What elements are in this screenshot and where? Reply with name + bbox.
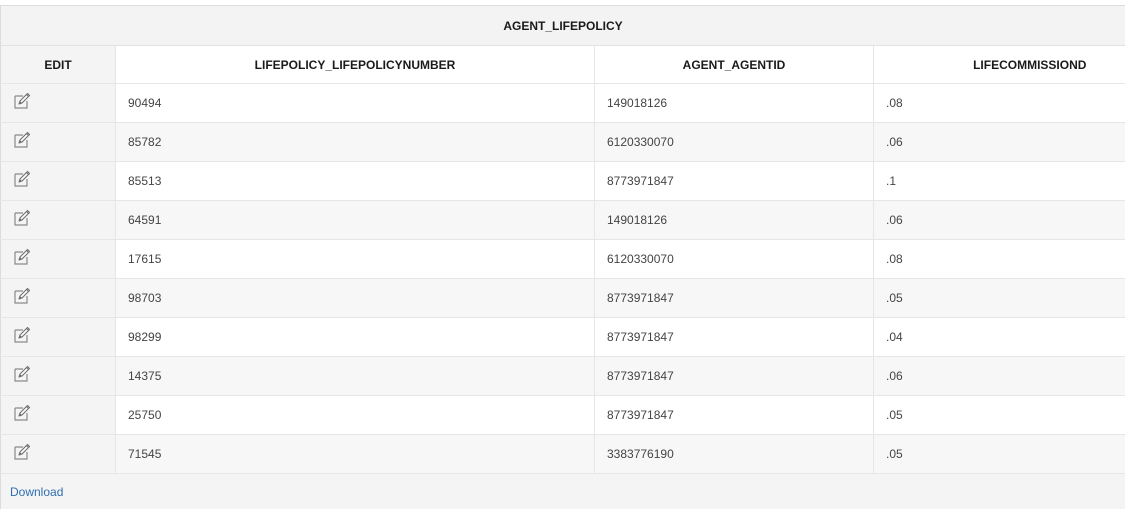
commission-cell: .05 <box>874 279 1125 318</box>
commission-cell: .08 <box>874 84 1125 123</box>
agent-id-cell: 8773971847 <box>595 357 874 396</box>
table-row: 715453383776190.05 <box>1 435 1125 474</box>
agent-id-cell: 149018126 <box>595 201 874 240</box>
edit-icon[interactable] <box>12 130 32 150</box>
policy-number-cell: 71545 <box>116 435 595 474</box>
edit-icon[interactable] <box>12 364 32 384</box>
policy-number-cell: 98703 <box>116 279 595 318</box>
agent-id-cell: 8773971847 <box>595 396 874 435</box>
column-header-edit[interactable]: EDIT <box>1 46 116 84</box>
edit-cell <box>1 357 116 396</box>
table-row: 987038773971847.05 <box>1 279 1125 318</box>
table-header-row: EDIT LIFEPOLICY_LIFEPOLICYNUMBER AGENT_A… <box>1 46 1125 84</box>
edit-cell <box>1 201 116 240</box>
commission-cell: .06 <box>874 201 1125 240</box>
table-row: 90494149018126.08 <box>1 84 1125 123</box>
agent-id-cell: 8773971847 <box>595 318 874 357</box>
edit-cell <box>1 318 116 357</box>
report-footer: Download <box>0 474 1125 509</box>
commission-cell: .05 <box>874 396 1125 435</box>
commission-cell: .08 <box>874 240 1125 279</box>
edit-icon[interactable] <box>12 325 32 345</box>
table-row: 176156120330070.08 <box>1 240 1125 279</box>
edit-cell <box>1 396 116 435</box>
agent-id-cell: 8773971847 <box>595 162 874 201</box>
table-row: 855138773971847.1 <box>1 162 1125 201</box>
table-row: 143758773971847.06 <box>1 357 1125 396</box>
agent-id-cell: 3383776190 <box>595 435 874 474</box>
edit-icon[interactable] <box>12 208 32 228</box>
edit-icon[interactable] <box>12 247 32 267</box>
edit-cell <box>1 84 116 123</box>
commission-cell: .05 <box>874 435 1125 474</box>
table-row: 857826120330070.06 <box>1 123 1125 162</box>
policy-number-cell: 85513 <box>116 162 595 201</box>
table-row: 982998773971847.04 <box>1 318 1125 357</box>
commission-cell: .06 <box>874 357 1125 396</box>
table-row: 64591149018126.06 <box>1 201 1125 240</box>
commission-cell: .1 <box>874 162 1125 201</box>
edit-cell <box>1 162 116 201</box>
column-header-agent-id[interactable]: AGENT_AGENTID <box>595 46 874 84</box>
policy-number-cell: 98299 <box>116 318 595 357</box>
policy-number-cell: 90494 <box>116 84 595 123</box>
report-title: AGENT_LIFEPOLICY <box>0 6 1125 46</box>
edit-icon[interactable] <box>12 442 32 462</box>
agent-id-cell: 6120330070 <box>595 123 874 162</box>
agent-id-cell: 6120330070 <box>595 240 874 279</box>
agent-id-cell: 8773971847 <box>595 279 874 318</box>
report-table: EDIT LIFEPOLICY_LIFEPOLICYNUMBER AGENT_A… <box>0 46 1125 474</box>
agent-id-cell: 149018126 <box>595 84 874 123</box>
edit-cell <box>1 435 116 474</box>
policy-number-cell: 17615 <box>116 240 595 279</box>
commission-cell: .06 <box>874 123 1125 162</box>
column-header-policy-number[interactable]: LIFEPOLICY_LIFEPOLICYNUMBER <box>116 46 595 84</box>
policy-number-cell: 64591 <box>116 201 595 240</box>
edit-cell <box>1 240 116 279</box>
download-link[interactable]: Download <box>10 485 63 499</box>
policy-number-cell: 25750 <box>116 396 595 435</box>
policy-number-cell: 14375 <box>116 357 595 396</box>
report-region: AGENT_LIFEPOLICY EDIT LIFEPOLICY_LIFEPOL… <box>0 5 1125 507</box>
edit-cell <box>1 123 116 162</box>
commission-cell: .04 <box>874 318 1125 357</box>
table-row: 257508773971847.05 <box>1 396 1125 435</box>
edit-icon[interactable] <box>12 403 32 423</box>
edit-icon[interactable] <box>12 286 32 306</box>
column-header-commission[interactable]: LIFECOMMISSIOND <box>874 46 1125 84</box>
edit-icon[interactable] <box>12 169 32 189</box>
policy-number-cell: 85782 <box>116 123 595 162</box>
edit-icon[interactable] <box>12 91 32 111</box>
edit-cell <box>1 279 116 318</box>
